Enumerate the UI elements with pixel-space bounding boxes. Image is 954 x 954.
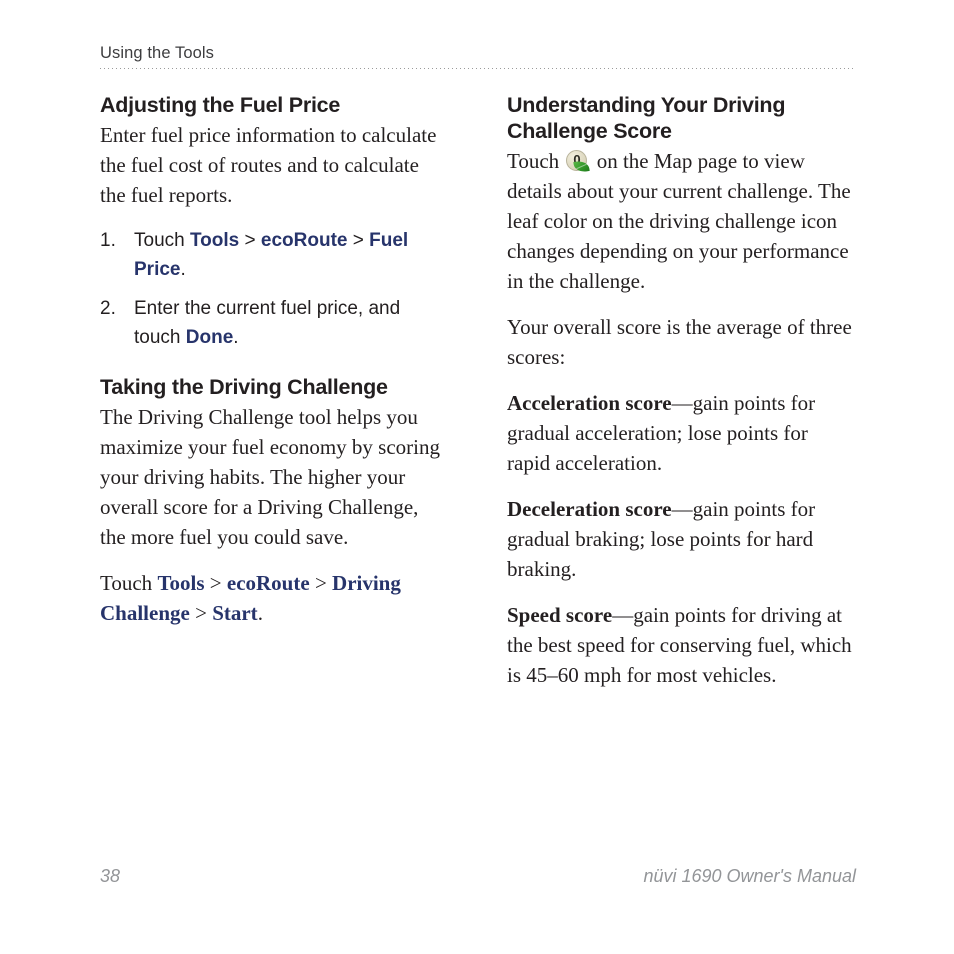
leaf-icon — [573, 160, 591, 173]
running-head-text: Using the Tools — [100, 44, 215, 62]
page-columns: Adjusting the Fuel Price Enter fuel pric… — [100, 92, 856, 690]
section-heading-understanding-score: Understanding Your Driving Challenge Sco… — [507, 93, 786, 143]
page-number: 38 — [100, 866, 121, 886]
step-separator: > — [347, 230, 370, 251]
step-text-prefix: Enter the current fuel price, and touch — [134, 298, 401, 348]
ui-label-tools: Tools — [189, 230, 240, 251]
step-number: 1. — [100, 230, 116, 251]
driving-challenge-icon: 0 — [566, 150, 591, 173]
path-separator: > — [309, 571, 333, 595]
paragraph-deceleration-score: Deceleration score—gain points for gradu… — [507, 494, 856, 584]
manual-title: nüvi 1690 Owner's Manual — [643, 866, 856, 886]
path-separator: > — [204, 571, 227, 595]
score-label-speed: Speed score — [507, 603, 613, 627]
list-item: 1. Touch Tools > ecoRoute > Fuel Price. — [100, 226, 449, 284]
intro-text-before-icon: Touch — [507, 149, 565, 173]
paragraph-driving-challenge-path: Touch Tools > ecoRoute > Driving Challen… — [100, 568, 449, 628]
ui-label-ecoroute: ecoRoute — [260, 230, 348, 251]
step-text-suffix: . — [180, 259, 186, 280]
paragraph-speed-score: Speed score—gain points for driving at t… — [507, 600, 856, 690]
page-footer: 38 nüvi 1690 Owner's Manual — [100, 866, 856, 887]
score-label-deceleration: Deceleration score — [507, 497, 672, 521]
path-suffix: . — [257, 601, 263, 625]
ui-label-ecoroute: ecoRoute — [226, 571, 310, 595]
path-prefix: Touch — [100, 571, 158, 595]
score-label-acceleration: Acceleration score — [507, 391, 672, 415]
step-number: 2. — [100, 298, 116, 319]
step-text-prefix: Touch — [134, 230, 190, 251]
running-header: Using the Tools — [100, 44, 856, 70]
ui-label-done: Done — [185, 327, 234, 348]
list-item: 2. Enter the current fuel price, and touc… — [100, 294, 449, 352]
path-separator: > — [189, 601, 213, 625]
header-dotted-rule — [100, 68, 856, 70]
ui-label-start: Start — [212, 601, 258, 625]
section-heading-adjusting-fuel-price: Adjusting the Fuel Price — [100, 93, 341, 117]
paragraph-acceleration-score: Acceleration score—gain points for gradu… — [507, 388, 856, 478]
fuel-price-steps: 1. Touch Tools > ecoRoute > Fuel Price. 2… — [100, 226, 449, 352]
paragraph-driving-challenge-intro: The Driving Challenge tool helps you max… — [100, 405, 440, 549]
section-heading-taking-driving-challenge: Taking the Driving Challenge — [100, 375, 388, 399]
step-text-suffix: . — [233, 327, 239, 348]
paragraph-overall-score: Your overall score is the average of thr… — [507, 315, 852, 369]
step-separator: > — [239, 230, 261, 251]
left-column: Adjusting the Fuel Price Enter fuel pric… — [100, 92, 449, 690]
paragraph-score-intro: Touch 0 on the Map page to view details … — [507, 146, 856, 296]
ui-label-tools: Tools — [157, 571, 205, 595]
right-column: Understanding Your Driving Challenge Sco… — [507, 92, 856, 690]
paragraph-fuel-price-intro: Enter fuel price information to calculat… — [100, 123, 437, 207]
